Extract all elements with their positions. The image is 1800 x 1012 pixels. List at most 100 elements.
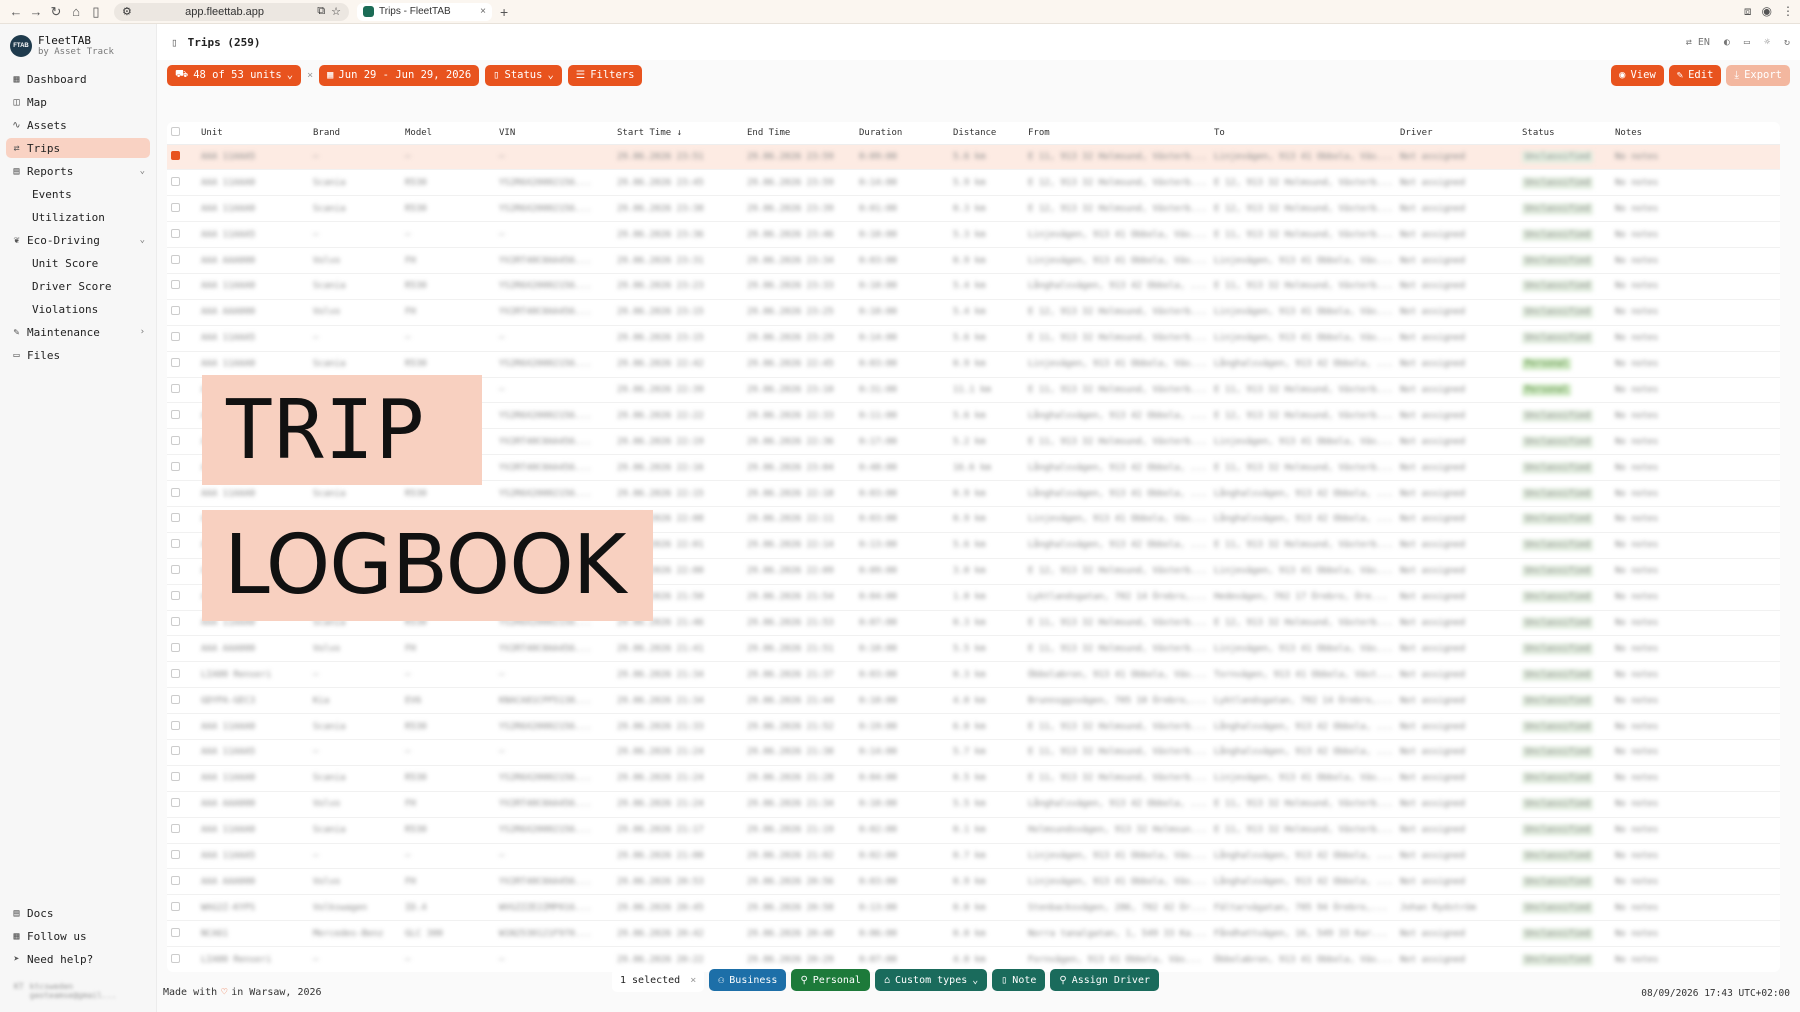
row-checkbox[interactable] (171, 565, 180, 575)
row-checkbox[interactable] (171, 539, 180, 549)
table-row[interactable]: WAG2Z-KYPS Volkswagen ID.4 WVGZZZE2ZMP016..… (167, 894, 1780, 922)
table-row[interactable]: AAA 11AAA0 Scania R530 YS2R6X20002156... 29.… (167, 273, 1780, 300)
row-checkbox[interactable] (171, 927, 180, 937)
row-checkbox[interactable] (171, 306, 180, 316)
row-checkbox[interactable] (171, 513, 180, 523)
row-checkbox[interactable] (171, 901, 180, 911)
row-checkbox[interactable] (171, 642, 180, 652)
sidebar-item-violations[interactable]: Violations (26, 299, 150, 319)
row-checkbox[interactable] (171, 953, 180, 963)
refresh-icon[interactable]: ↻ (1784, 37, 1790, 48)
sidebar-item-eco-driving[interactable]: ❦ Eco-Driving ⌄ (6, 230, 150, 250)
clear-selection-icon[interactable]: × (690, 975, 696, 986)
row-checkbox[interactable] (171, 591, 180, 601)
table-row[interactable]: AAA 11AAA5 – – – 29.06.2026 23:36 29.06.2026 … (167, 221, 1780, 249)
column-header[interactable]: Model (401, 122, 495, 145)
column-header[interactable]: To (1210, 122, 1396, 145)
column-header[interactable]: Unit (197, 122, 309, 145)
table-row[interactable]: AAA 11AAA0 Scania R530 YS2R6X20002156... 29.… (167, 817, 1780, 844)
clear-units-icon[interactable]: × (307, 70, 313, 81)
table-row[interactable]: AAA 11AAA0 Scania R530 YS2R6X20002156... 29.… (167, 195, 1780, 223)
column-header[interactable]: From (1024, 122, 1210, 145)
column-header[interactable]: Driver (1396, 122, 1518, 145)
table-row[interactable]: AAA AAA000 Volvo FH YV2RT40C0AA456... 29.06.… (167, 635, 1780, 663)
row-checkbox[interactable] (171, 798, 180, 808)
row-checkbox[interactable] (171, 875, 180, 885)
sidebar-item-map[interactable]: ◫ Map (6, 92, 150, 112)
table-row[interactable]: AAA AAA000 Volvo FH YV2RT40C0AA456... 29.06.… (167, 868, 1780, 896)
row-checkbox[interactable] (171, 461, 180, 471)
assign-driver-button[interactable]: ⚲ Assign Driver (1050, 969, 1159, 991)
column-header[interactable]: Status (1518, 122, 1611, 145)
panel-toggle-icon[interactable]: ▯ (171, 36, 178, 49)
table-row[interactable]: AAA 11AAA5 – – – 29.06.2026 21:00 29.06.2026 … (167, 843, 1780, 870)
brand[interactable]: FTAB FleetTAB by Asset Track (0, 24, 156, 65)
sidebar-item-trips[interactable]: ⇄ Trips (6, 138, 150, 158)
screenshot-icon[interactable]: ⧉ (317, 5, 325, 18)
row-checkbox[interactable] (171, 487, 180, 497)
status-filter[interactable]: ▯ Status ⌄ (485, 64, 562, 86)
back-icon[interactable]: ← (6, 4, 26, 19)
star-icon[interactable]: ☆ (331, 5, 341, 18)
table-row[interactable]: AAA 11AAA5 – – – 29.06.2026 21:24 29.06.2026 … (167, 739, 1780, 766)
row-checkbox[interactable] (171, 176, 180, 186)
column-header[interactable]: Duration (855, 122, 949, 145)
sidebar-item-driver-score[interactable]: Driver Score (26, 276, 150, 296)
home-icon[interactable]: ⌂ (66, 4, 86, 19)
sidebar-item-dashboard[interactable]: ▦ Dashboard (6, 69, 150, 89)
date-range-picker[interactable]: ▦ Jun 29 - Jun 29, 2026 (319, 64, 480, 86)
row-checkbox[interactable] (171, 358, 180, 368)
table-row[interactable]: AAA 11AAA0 Scania R530 YS2R6X20002156... 29.… (167, 169, 1780, 197)
table-row[interactable]: AAA 11AAA0 Scania R530 YS2R6X20002156... 29.… (167, 713, 1780, 740)
units-filter[interactable]: ⛟ 48 of 53 units ⌄ (167, 64, 302, 86)
row-checkbox[interactable] (171, 280, 180, 290)
sidebar-item-need-help[interactable]: ➤ Need help? (6, 949, 150, 969)
table-row[interactable]: AAA 11AAA0 Scania R530 YS2R6X20002156... 29.… (167, 351, 1780, 378)
column-header[interactable]: Distance (949, 122, 1024, 145)
sidebar-item-utilization[interactable]: Utilization (26, 207, 150, 227)
note-button[interactable]: ▯ Note (992, 969, 1046, 991)
table-row[interactable]: AAA 11AAA0 Scania R530 YS2R6X20002156... 29.… (167, 765, 1780, 792)
sun-icon[interactable]: ☼ (1764, 37, 1770, 48)
user-profile[interactable]: KT ktcsweden geoteamse@gmail... (6, 972, 150, 1006)
column-header[interactable]: Notes (1611, 122, 1780, 145)
row-checkbox[interactable] (171, 435, 180, 445)
table-row[interactable]: LIA00 Renseri – – – 29.06.2026 21:34 29.06.20… (167, 661, 1780, 689)
row-checkbox[interactable] (171, 254, 180, 264)
column-header-start-time[interactable]: Start Time ↓ (613, 122, 743, 145)
column-header[interactable]: End Time (743, 122, 855, 145)
table-row[interactable]: AAA AAA000 Volvo FH YV2RT40C0AA456... 29.06.… (167, 791, 1780, 818)
row-checkbox[interactable] (171, 746, 180, 756)
sidebar-item-reports[interactable]: ▤ Reports ⌄ (6, 161, 150, 181)
column-header[interactable]: Brand (309, 122, 401, 145)
new-tab-icon[interactable]: + (500, 4, 508, 20)
view-button[interactable]: ◉ View (1611, 64, 1664, 86)
table-row[interactable]: AAA AAA000 Volvo FH YV2RT40C0AA456... 29.06.… (167, 299, 1780, 326)
table-row[interactable]: GDYPA-GEC3 Kia EV6 KNACA81CPP5138... 29.06.2… (167, 687, 1780, 715)
row-checkbox[interactable] (171, 409, 180, 419)
table-row[interactable]: AAA 11AAA5 – – – 29.06.2026 23:51 29.06.2026 … (167, 144, 1780, 171)
monitor-icon[interactable]: ▭ (1744, 37, 1750, 48)
filters-button[interactable]: ☰ Filters (567, 64, 643, 86)
browser-tab[interactable]: Trips - FleetTAB × (357, 2, 492, 21)
row-checkbox[interactable] (171, 202, 180, 212)
sidebar-toggle-icon[interactable]: ▯ (86, 4, 106, 20)
custom-types-button[interactable]: ⌂ Custom types ⌄ (874, 969, 988, 991)
column-header[interactable]: VIN (495, 122, 613, 145)
row-checkbox[interactable] (171, 616, 180, 626)
sidebar-item-follow-us[interactable]: ▦ Follow us (6, 926, 150, 946)
export-button[interactable]: ⤓ Export (1726, 64, 1790, 86)
sidebar-item-docs[interactable]: ▤ Docs (6, 903, 150, 923)
sidebar-item-assets[interactable]: ∿ Assets (6, 115, 150, 135)
select-all-checkbox[interactable] (171, 126, 180, 136)
table-row[interactable]: NCA61 Mercedes-Benz GLC 300 W1N2530121F970.… (167, 920, 1780, 948)
forward-icon[interactable]: → (26, 4, 46, 19)
reload-icon[interactable]: ↻ (46, 4, 66, 20)
extensions-icon[interactable]: ⧈ (1744, 4, 1752, 19)
address-bar[interactable]: ⚙ app.fleettab.app ⧉ ☆ (114, 2, 349, 21)
row-checkbox[interactable] (171, 694, 180, 704)
language-switch[interactable]: ⇄ EN (1686, 37, 1710, 48)
sidebar-item-unit-score[interactable]: Unit Score (26, 253, 150, 273)
sidebar-item-maintenance[interactable]: ✎ Maintenance › (6, 322, 150, 342)
row-checkbox[interactable] (171, 228, 180, 238)
